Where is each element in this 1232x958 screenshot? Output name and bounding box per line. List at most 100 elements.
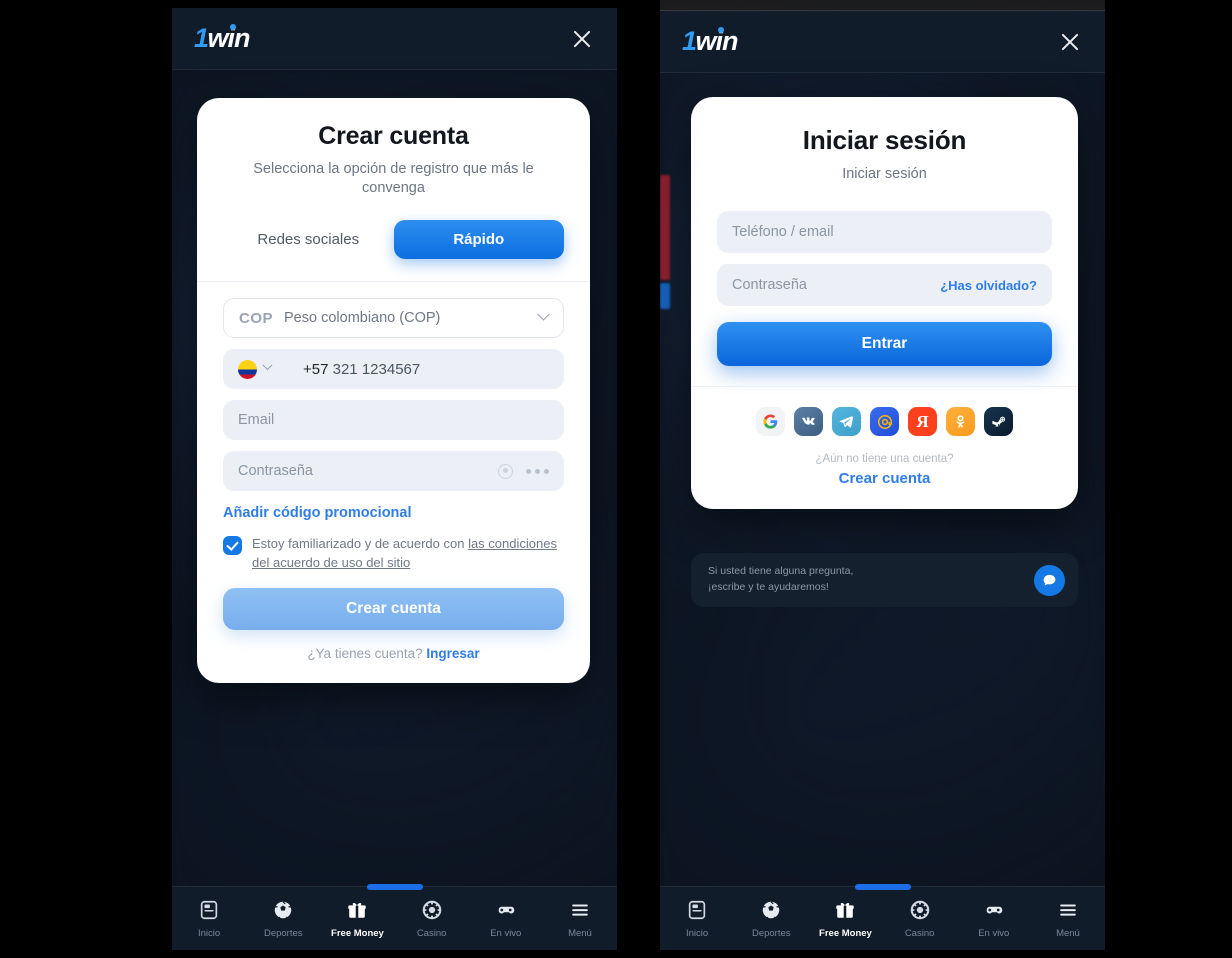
active-tab-indicator (366, 884, 423, 890)
browser-chrome-strip (660, 0, 1105, 11)
chip-icon (422, 900, 441, 919)
register-modal-card: Crear cuenta Selecciona la opción de reg… (197, 98, 590, 684)
nav-label: Casino (416, 927, 447, 939)
soccer-icon (275, 900, 292, 919)
login-modal-card: Iniciar sesión Iniciar sesión Teléfono /… (691, 97, 1078, 510)
nav-item-menu[interactable]: Menú (543, 899, 617, 939)
background-banner-red (660, 175, 670, 280)
terms-row: Estoy familiarizado y de acuerdo con las… (223, 535, 564, 572)
bottom-navigation: Inicio Deportes Free Money Casino En viv… (660, 884, 1105, 950)
nav-label: Deportes (263, 927, 303, 939)
eye-icon[interactable] (498, 463, 513, 479)
logo-one: 1 (682, 26, 697, 56)
logo-dot (229, 24, 236, 30)
hamburger-icon (572, 904, 588, 916)
nav-item-casino[interactable]: Casino (395, 899, 469, 939)
nav-item-en-vivo[interactable]: En vivo (469, 899, 543, 939)
card-divider (691, 386, 1078, 388)
login-button[interactable]: Entrar (717, 322, 1052, 367)
create-account-button[interactable]: Crear cuenta (223, 588, 564, 631)
active-tab-indicator (854, 884, 911, 890)
currency-code: COP (239, 309, 274, 327)
password-field[interactable]: Contraseña ¿Has olvidado? (717, 264, 1052, 307)
register-method-tabs: Redes sociales Rápido (223, 220, 564, 260)
login-app-bar: 1 win (660, 11, 1105, 73)
support-chat-text: Si usted tiene alguna pregunta, ¡escribe… (708, 564, 853, 596)
currency-name: Peso colombiano (COP) (284, 310, 441, 327)
close-icon[interactable] (1057, 29, 1083, 55)
page-title: Iniciar sesión (802, 125, 967, 155)
page-title: Crear cuenta (318, 122, 469, 150)
register-app-bar: 1 win (172, 8, 617, 70)
support-chat-bar[interactable]: Si usted tiene alguna pregunta, ¡escribe… (691, 553, 1078, 607)
password-placeholder: Contraseña (732, 277, 807, 294)
logo-dot (717, 27, 724, 33)
nav-item-free-money[interactable]: Free Money (320, 899, 394, 939)
identifier-field[interactable]: Teléfono / email (717, 211, 1052, 254)
page-subtitle: Selecciona la opción de registro que más… (253, 161, 534, 197)
brand-logo[interactable]: 1 win (682, 26, 739, 57)
chevron-down-icon (537, 307, 550, 321)
nav-item-inicio[interactable]: Inicio (660, 899, 734, 939)
nav-label: En vivo (978, 927, 1010, 939)
odnoklassniki-icon[interactable] (946, 407, 975, 437)
nav-item-en-vivo[interactable]: En vivo (957, 899, 1031, 939)
google-icon[interactable] (756, 407, 785, 437)
support-chat-line1: Si usted tiene alguna pregunta, (708, 565, 854, 578)
steam-icon[interactable] (984, 407, 1013, 437)
vk-icon[interactable] (794, 407, 823, 437)
tab-rapido[interactable]: Rápido (393, 220, 564, 260)
nav-label: Inicio (197, 927, 221, 939)
signup-prompt: ¿Aún no tiene una cuenta? (815, 453, 954, 466)
country-selector[interactable] (238, 359, 273, 379)
terms-text: Estoy familiarizado y de acuerdo con las… (252, 535, 564, 572)
nav-label: Inicio (685, 927, 709, 939)
currency-select[interactable]: COP Peso colombiano (COP) (223, 298, 564, 339)
tab-redes-sociales[interactable]: Redes sociales (223, 220, 394, 259)
mailru-icon[interactable] (870, 407, 899, 437)
password-field[interactable]: Contraseña (223, 451, 564, 492)
nav-label: Menú (1056, 927, 1080, 939)
close-icon[interactable] (569, 26, 595, 52)
home-icon (688, 900, 706, 919)
colombia-flag-icon (238, 359, 257, 379)
nav-item-casino[interactable]: Casino (883, 899, 957, 939)
terms-prefix: Estoy familiarizado y de acuerdo con (252, 536, 469, 552)
login-link[interactable]: Ingresar (426, 646, 479, 661)
email-field[interactable]: Email (223, 400, 564, 441)
forgot-password-link[interactable]: ¿Has olvidado? (940, 278, 1037, 293)
social-login-row: Я (717, 407, 1052, 437)
chip-icon (910, 900, 929, 919)
nav-item-free-money[interactable]: Free Money (808, 899, 882, 939)
nav-item-deportes[interactable]: Deportes (246, 899, 320, 939)
phone-number-placeholder: 321 1234567 (332, 360, 421, 378)
promo-code-link[interactable]: Añadir código promocional (223, 505, 412, 521)
password-placeholder: Contraseña (238, 463, 313, 480)
nav-label: En vivo (490, 927, 522, 939)
login-phone-panel: 1 win Iniciar sesión Iniciar sesión Telé… (660, 0, 1105, 950)
nav-item-inicio[interactable]: Inicio (172, 899, 246, 939)
email-placeholder: Email (238, 412, 275, 429)
phone-input[interactable]: +57 321 1234567 (223, 349, 564, 390)
nav-item-deportes[interactable]: Deportes (734, 899, 808, 939)
chat-bubble-icon[interactable] (1034, 564, 1065, 596)
phone-country-code: +57 (303, 360, 329, 378)
create-account-link[interactable]: Crear cuenta (717, 470, 1052, 487)
terms-checkbox[interactable] (223, 536, 242, 556)
gamepad-icon (498, 906, 515, 913)
brand-logo[interactable]: 1 win (194, 23, 251, 54)
nav-label: Deportes (751, 927, 791, 939)
nav-label: Free Money (331, 927, 384, 939)
yandex-icon[interactable]: Я (908, 407, 937, 437)
more-options-icon[interactable] (526, 468, 549, 474)
background-banner-blue (660, 283, 670, 309)
page-subtitle: Iniciar sesión (842, 166, 927, 182)
gift-icon (836, 902, 855, 918)
logo-win: win (695, 26, 739, 56)
telegram-icon[interactable] (832, 407, 861, 437)
register-phone-panel: 1 win Crear cuenta Selecciona la opción … (172, 8, 617, 950)
nav-item-menu[interactable]: Menú (1031, 899, 1105, 939)
soccer-icon (763, 900, 780, 919)
nav-label: Casino (904, 927, 935, 939)
bottom-navigation: Inicio Deportes Free Money Casino En viv… (172, 884, 617, 950)
